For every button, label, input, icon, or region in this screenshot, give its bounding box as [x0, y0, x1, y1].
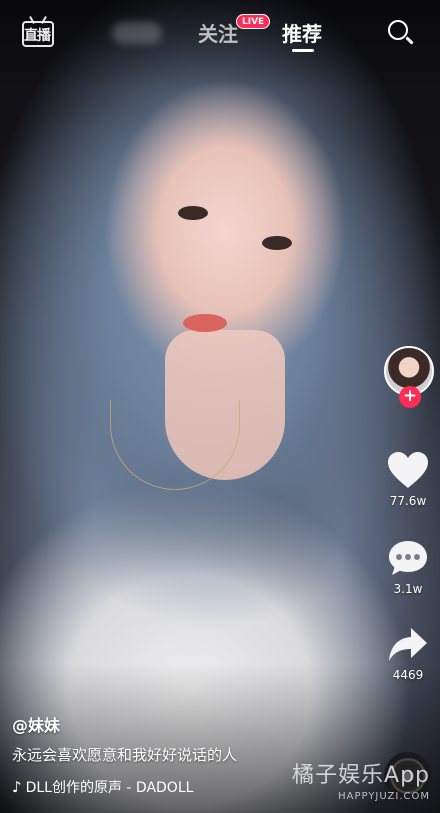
author-name[interactable]: @妹妹 [12, 712, 342, 736]
comment-bubble-icon [389, 541, 427, 575]
live-entry-label: 直播 [24, 28, 51, 44]
watermark-url: HAPPYJUZI.COM [338, 791, 430, 802]
active-tab-indicator [292, 49, 314, 52]
heart-icon [388, 452, 428, 488]
video-subject-eye-right [262, 236, 292, 250]
search-icon[interactable] [388, 20, 416, 48]
tab-following[interactable]: 关注 [198, 18, 238, 47]
share-arrow-icon [389, 628, 427, 661]
share-count: 4469 [392, 668, 424, 682]
live-badge: LIVE [236, 14, 271, 29]
author-avatar-group[interactable]: + [384, 346, 436, 418]
tab-recommended[interactable]: 推荐 [282, 18, 322, 47]
music-note-icon: ♪ [12, 778, 22, 796]
blurred-tab[interactable] [112, 22, 162, 44]
like-count: 77.6w [389, 494, 427, 508]
watermark: 橘子娱乐App HAPPYJUZI.COM [292, 757, 430, 802]
comment-count: 3.1w [393, 582, 423, 596]
like-button[interactable]: 77.6w [376, 450, 440, 508]
video-subject-lips [183, 314, 227, 332]
comment-button[interactable]: 3.1w [376, 538, 440, 596]
live-entry-button[interactable]: 直播 [22, 16, 56, 48]
share-button[interactable]: 4469 [376, 626, 440, 682]
plus-icon[interactable]: + [399, 386, 421, 408]
watermark-title: 橘子娱乐App [292, 763, 430, 788]
top-bar: 直播 关注 LIVE 推荐 [0, 0, 440, 64]
search-icon-handle [405, 36, 414, 45]
video-subject-eye-left [178, 206, 208, 220]
music-title: DLL创作的原声 - DADOLL [25, 780, 194, 796]
